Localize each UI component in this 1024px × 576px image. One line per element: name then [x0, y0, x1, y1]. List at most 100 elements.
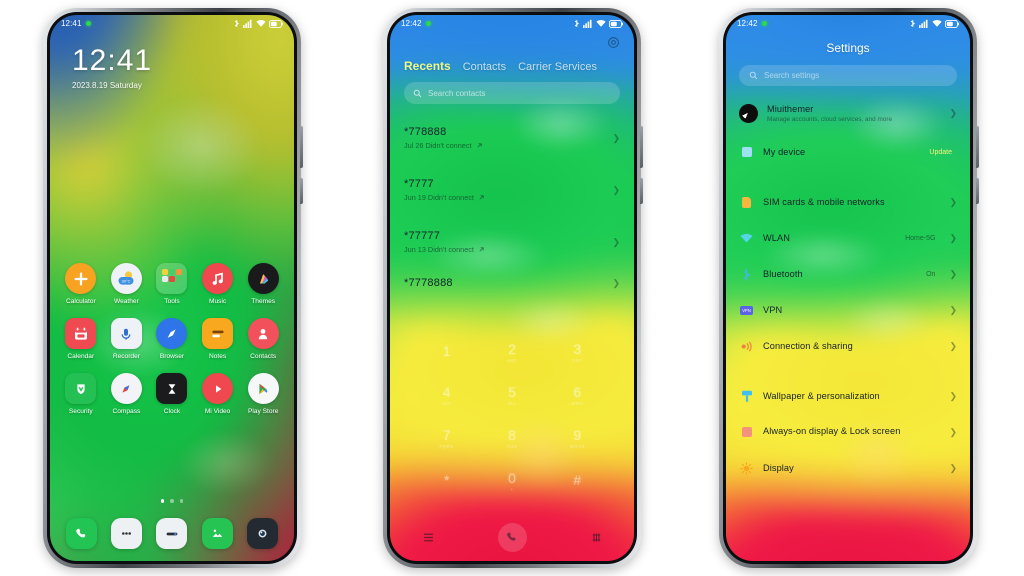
app-calculator[interactable]: Calculator	[58, 263, 104, 305]
settings-label: Always-on display & Lock screen	[763, 426, 901, 437]
power-button[interactable]	[640, 178, 643, 204]
volume-button[interactable]	[300, 126, 303, 168]
wifi-icon	[596, 19, 606, 27]
mi-video-icon	[202, 373, 234, 404]
app-browser[interactable]: Browser	[149, 318, 195, 360]
app-grid: Calculator 30°C Weather Tools Music Them…	[50, 263, 294, 415]
security-icon	[65, 373, 97, 404]
svg-text:30°C: 30°C	[122, 278, 131, 283]
app-contacts[interactable]: Contacts	[240, 318, 286, 360]
app-weather[interactable]: 30°C Weather	[104, 263, 150, 305]
gear-icon[interactable]	[607, 36, 620, 49]
themes-icon	[247, 263, 279, 294]
account-avatar	[739, 103, 758, 123]
settings-row-account[interactable]: Miuithemer Manage accounts, cloud servic…	[726, 92, 970, 134]
app-notes[interactable]: Notes	[195, 318, 241, 360]
app-recorder[interactable]: Recorder	[104, 318, 150, 360]
settings-row-wallpaper[interactable]: Wallpaper & personalization ❯	[726, 378, 970, 414]
battery-icon	[269, 19, 283, 28]
clock-time: 12:41	[72, 44, 153, 77]
dialpad-key-6[interactable]: 6 MNO	[545, 376, 610, 414]
volume-button[interactable]	[640, 126, 643, 168]
volume-button[interactable]	[976, 126, 979, 168]
settings-row-aod-lockscreen[interactable]: Always-on display & Lock screen ❯	[726, 414, 970, 450]
dock-messages-icon[interactable]	[111, 518, 143, 549]
dialpad-key-1[interactable]: 1	[414, 333, 479, 371]
call-log-row[interactable]: *7777 Jun 19 Didn't connect ❯	[390, 164, 634, 216]
app-clock[interactable]: Clock	[149, 373, 195, 415]
app-security[interactable]: Security	[58, 373, 104, 415]
phone-1-bezel: 12:41 12:41 2023.8.19 Saturday Calculato…	[47, 12, 297, 564]
settings-label: VPN	[763, 305, 783, 315]
settings-row-my-device[interactable]: My device Update	[726, 134, 970, 170]
dialpad-key-hash[interactable]: #	[545, 462, 610, 500]
app-compass[interactable]: Compass	[104, 373, 150, 415]
app-mi-video[interactable]: Mi Video	[195, 373, 241, 415]
app-play-store[interactable]: Play Store	[240, 373, 286, 415]
chevron-right-icon: ❯	[949, 304, 957, 315]
chevron-right-icon: ❯	[949, 462, 957, 473]
privacy-dot-icon	[85, 21, 91, 26]
bluetooth-icon	[234, 20, 239, 27]
tab-recents[interactable]: Recents	[404, 59, 451, 73]
dialpad-key-3[interactable]: 3 DEF	[545, 333, 610, 371]
call-log-row[interactable]: *778888 Jul 26 Didn't connect ❯	[390, 112, 634, 164]
app-tools-folder[interactable]: Tools	[149, 263, 195, 305]
call-log-row[interactable]: *77777 Jun 13 Didn't connect ❯	[390, 216, 634, 268]
status-bar-2: 12:42	[390, 15, 634, 32]
dialpad-key-9[interactable]: 9 WXYZ	[545, 419, 610, 457]
search-placeholder: Search contacts	[428, 88, 486, 98]
app-calendar[interactable]: Calendar	[58, 318, 104, 360]
keypad-icon[interactable]	[590, 531, 603, 544]
status-time: 12:42	[401, 19, 422, 28]
power-button[interactable]	[976, 178, 979, 204]
app-label: Contacts	[250, 353, 277, 360]
app-label: Music	[208, 298, 227, 305]
signal-icon	[919, 19, 928, 28]
settings-row-wlan[interactable]: WLAN Home-5G ❯	[726, 220, 970, 256]
calendar-icon	[65, 318, 97, 349]
dialpad-key-star[interactable]: *	[414, 462, 479, 500]
call-number: *77777	[404, 230, 441, 242]
dialpad-key-4[interactable]: 4 GHI	[414, 376, 479, 414]
dock-phone-icon[interactable]	[66, 518, 98, 549]
settings-row-bluetooth[interactable]: Bluetooth On ❯	[726, 256, 970, 292]
settings-row-sim-cards[interactable]: SIM cards & mobile networks ❯	[726, 184, 970, 220]
dialpad-key-7[interactable]: 7 PQRS	[414, 419, 479, 457]
battery-icon	[609, 19, 623, 28]
search-settings-input[interactable]: Search settings	[739, 65, 957, 86]
aod-lockscreen-icon	[739, 425, 754, 440]
dock-browser-icon[interactable]	[156, 518, 188, 549]
settings-row-display[interactable]: Display ❯	[726, 450, 970, 486]
phone-2-screen: 12:42 Recents Contacts Carrier Services …	[390, 15, 634, 561]
dialpad-key-8[interactable]: 8 TUV	[479, 419, 544, 457]
app-music[interactable]: Music	[195, 263, 241, 305]
settings-value: On	[926, 270, 936, 278]
power-button[interactable]	[300, 178, 303, 204]
settings-row-vpn[interactable]: VPN VPN ❯	[726, 292, 970, 328]
connection-sharing-icon	[739, 339, 754, 354]
dock-gallery-icon[interactable]	[201, 518, 233, 549]
dialpad-key-2[interactable]: 2 ABC	[479, 333, 544, 371]
settings-label: WLAN	[763, 233, 790, 243]
app-label: Compass	[112, 408, 141, 415]
call-button[interactable]	[497, 522, 527, 552]
dialpad-key-0[interactable]: 0 +	[479, 462, 544, 500]
dialer-bottom-nav	[390, 517, 634, 557]
tab-carrier-services[interactable]: Carrier Services	[518, 61, 597, 73]
settings-label: Connection & sharing	[763, 341, 853, 351]
app-themes[interactable]: Themes	[240, 263, 286, 305]
sim-icon	[739, 195, 754, 210]
dock-camera-icon[interactable]	[246, 518, 278, 549]
settings-label: My device	[763, 147, 806, 157]
call-log-row[interactable]: *7778888 ❯	[390, 268, 634, 298]
dialpad-key-5[interactable]: 5 JKL	[479, 376, 544, 414]
settings-row-connection-sharing[interactable]: Connection & sharing ❯	[726, 328, 970, 364]
page-indicator[interactable]	[50, 499, 294, 503]
tab-contacts[interactable]: Contacts	[463, 61, 506, 73]
menu-icon[interactable]	[422, 531, 435, 544]
search-contacts-input[interactable]: Search contacts	[404, 82, 620, 104]
notes-icon	[202, 318, 234, 349]
display-icon	[739, 461, 754, 476]
device-icon	[739, 145, 754, 160]
